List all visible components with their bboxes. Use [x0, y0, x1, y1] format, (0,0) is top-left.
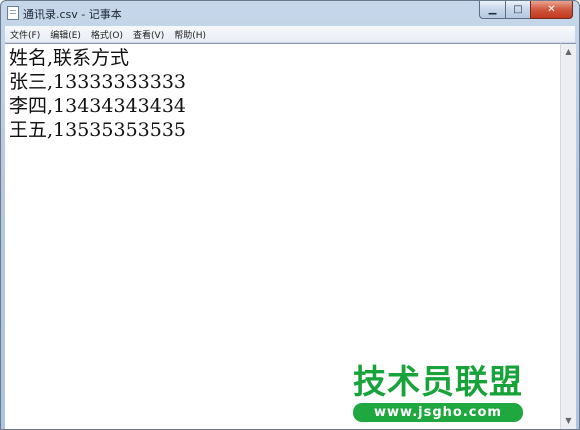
menu-view[interactable]: 查看(V) — [128, 28, 169, 41]
title-bar[interactable]: 通讯录.csv - 记事本 ▁ □ ✕ — [1, 1, 579, 25]
window-title: 通讯录.csv - 记事本 — [23, 8, 122, 21]
notepad-window: 通讯录.csv - 记事本 ▁ □ ✕ 文件(F) 编辑(E) 格式(O) 查看… — [0, 0, 580, 430]
minimize-button[interactable]: ▁ — [479, 1, 505, 19]
text-line-3: 王五,13535353535 — [9, 119, 187, 141]
maximize-button[interactable]: □ — [505, 1, 530, 19]
watermark-url: www.jsgho.com — [353, 403, 523, 422]
menu-file[interactable]: 文件(F) — [5, 28, 45, 41]
watermark-title: 技术员联盟 — [353, 362, 523, 401]
menu-bar: 文件(F) 编辑(E) 格式(O) 查看(V) 帮助(H) — [5, 26, 575, 43]
menu-edit[interactable]: 编辑(E) — [45, 28, 86, 41]
close-button[interactable]: ✕ — [530, 1, 573, 19]
menu-help[interactable]: 帮助(H) — [169, 28, 211, 41]
text-line-2: 李四,13434343434 — [9, 95, 187, 117]
text-line-header: 姓名,联系方式 — [9, 47, 130, 69]
scroll-up-icon[interactable]: ▲ — [561, 44, 576, 60]
text-line-1: 张三,13333333333 — [9, 71, 187, 93]
vertical-scrollbar[interactable]: ▲ ▼ — [560, 43, 576, 429]
notepad-icon[interactable] — [7, 6, 19, 20]
menu-format[interactable]: 格式(O) — [86, 28, 128, 41]
scroll-down-icon[interactable]: ▼ — [561, 413, 576, 429]
window-controls: ▁ □ ✕ — [479, 1, 573, 20]
watermark-logo: 技术员联盟 www.jsgho.com — [353, 363, 539, 425]
